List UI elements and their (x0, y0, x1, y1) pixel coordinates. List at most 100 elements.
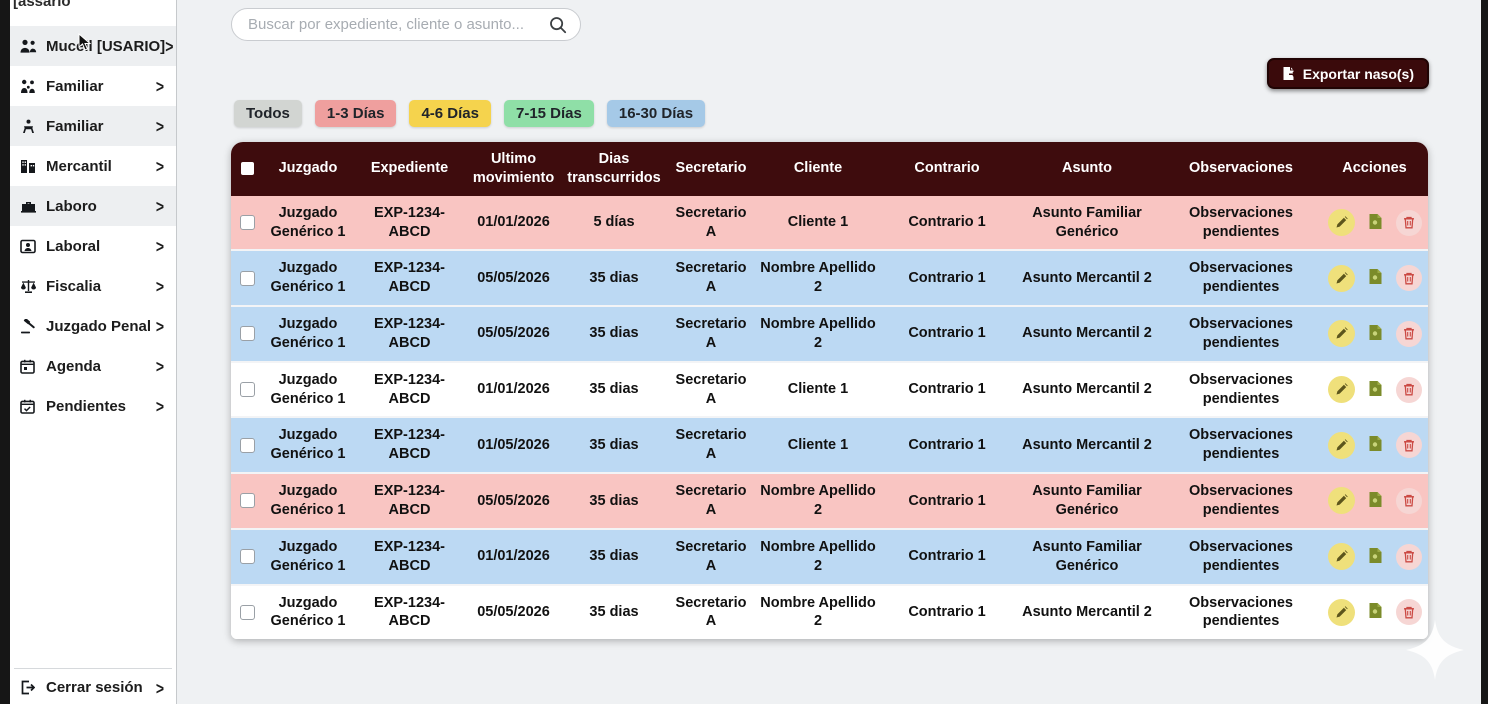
edit-button[interactable] (1328, 432, 1355, 459)
cell-cliente: Cliente 1 (755, 196, 881, 250)
chevron-right-icon: > (156, 356, 164, 376)
cell-expediente: EXP-1234-ABCD (353, 196, 466, 250)
edit-button[interactable] (1328, 376, 1355, 403)
view-document-button[interactable] (1368, 602, 1383, 622)
users-icon (20, 39, 44, 54)
export-button[interactable]: Exportar naso(s) (1267, 58, 1429, 89)
table-header-row: Juzgado Expediente Ultimo movimiento Dia… (231, 142, 1428, 196)
cell-asunto: Asunto Mercantil 2 (1013, 307, 1161, 361)
filter-4-6-dias-button[interactable]: 4-6 Días (409, 100, 491, 127)
view-document-button[interactable] (1368, 380, 1383, 400)
row-checkbox[interactable] (240, 382, 255, 397)
cell-dias-transcurridos: 35 dias (561, 307, 667, 361)
view-document-button[interactable] (1368, 268, 1383, 288)
cell-contrario: Contrario 1 (881, 251, 1013, 305)
sidebar-bottom: Cerrar sesión > (10, 668, 176, 704)
cell-cliente: Cliente 1 (755, 363, 881, 417)
column-header-expediente: Expediente (353, 142, 466, 196)
trash-icon (1396, 599, 1422, 625)
sidebar-item-laboral[interactable]: Laboral > (10, 226, 176, 266)
cell-secretario: Secretario A (667, 530, 755, 584)
cell-contrario: Contrario 1 (881, 586, 1013, 640)
row-actions (1328, 265, 1422, 292)
edit-button[interactable] (1328, 487, 1355, 514)
row-checkbox[interactable] (240, 493, 255, 508)
main-content: Exportar naso(s) Todos 1-3 Días 4-6 Días… (178, 0, 1481, 704)
sidebar-item-familiar-1[interactable]: Familiar > (10, 66, 176, 106)
row-checkbox[interactable] (240, 271, 255, 286)
delete-button[interactable] (1396, 544, 1422, 570)
delete-button[interactable] (1396, 488, 1422, 514)
cell-contrario: Contrario 1 (881, 196, 1013, 250)
cell-contrario: Contrario 1 (881, 530, 1013, 584)
delete-button[interactable] (1396, 265, 1422, 291)
search-icon[interactable] (548, 15, 568, 35)
row-actions (1328, 543, 1422, 570)
delete-button[interactable] (1396, 599, 1422, 625)
filter-todos-button[interactable]: Todos (234, 100, 302, 127)
family-icon (20, 79, 44, 94)
sidebar-item-familiar-2[interactable]: Familiar > (10, 106, 176, 146)
chevron-right-icon: > (156, 678, 164, 698)
sidebar-item-mercantil[interactable]: Mercantil > (10, 146, 176, 186)
family-alt-icon (20, 119, 44, 134)
column-header-observaciones: Observaciones (1161, 142, 1321, 196)
cell-dias-transcurridos: 35 dias (561, 251, 667, 305)
sidebar-item-label: Familiar (46, 78, 104, 95)
calendar-check-icon (20, 399, 44, 414)
cell-observaciones: Observaciones pendientes (1161, 196, 1321, 250)
cell-expediente: EXP-1234-ABCD (353, 418, 466, 472)
search-input[interactable] (248, 16, 548, 33)
column-header-contrario: Contrario (881, 142, 1013, 196)
view-document-button[interactable] (1368, 213, 1383, 233)
gavel-icon (20, 319, 44, 334)
edit-button[interactable] (1328, 599, 1355, 626)
edit-button[interactable] (1328, 265, 1355, 292)
row-checkbox[interactable] (240, 438, 255, 453)
cell-cliente: Nombre Apellido 2 (755, 586, 881, 640)
view-document-button[interactable] (1368, 324, 1383, 344)
edit-button[interactable] (1328, 320, 1355, 347)
cell-asunto: Asunto Mercantil 2 (1013, 363, 1161, 417)
edit-button[interactable] (1328, 209, 1355, 236)
view-document-button[interactable] (1368, 547, 1383, 567)
column-header-secretario: Secretario (667, 142, 755, 196)
cell-cliente: Nombre Apellido 2 (755, 251, 881, 305)
view-document-button[interactable] (1368, 435, 1383, 455)
cell-juzgado: Juzgado Genérico 1 (263, 474, 353, 528)
sidebar-item-fiscalia[interactable]: Fiscalia > (10, 266, 176, 306)
calendar-icon (20, 359, 44, 374)
cell-ultimo-movimiento: 05/05/2026 (466, 307, 561, 361)
table-row: Juzgado Genérico 1EXP-1234-ABCD05/05/202… (231, 584, 1428, 640)
sidebar-item-agenda[interactable]: Agenda > (10, 346, 176, 386)
select-all-checkbox[interactable] (241, 162, 254, 175)
row-checkbox[interactable] (240, 549, 255, 564)
sidebar-item-pendientes[interactable]: Pendientes > (10, 386, 176, 426)
edit-pencil-icon (1328, 487, 1355, 514)
cell-juzgado: Juzgado Genérico 1 (263, 530, 353, 584)
view-document-button[interactable] (1368, 491, 1383, 511)
row-checkbox[interactable] (240, 605, 255, 620)
delete-button[interactable] (1396, 321, 1422, 347)
row-checkbox[interactable] (240, 215, 255, 230)
filter-1-3-dias-button[interactable]: 1-3 Días (315, 100, 397, 127)
row-checkbox[interactable] (240, 326, 255, 341)
building-icon (20, 159, 44, 174)
delete-button[interactable] (1396, 432, 1422, 458)
delete-button[interactable] (1396, 377, 1422, 403)
column-header-juzgado: Juzgado (263, 142, 353, 196)
sidebar-item-laboro[interactable]: Laboro > (10, 186, 176, 226)
chevron-right-icon: > (156, 236, 164, 256)
delete-button[interactable] (1396, 210, 1422, 236)
search-bar (231, 8, 581, 41)
sidebar-item-cerrar-sesion[interactable]: Cerrar sesión > (10, 679, 176, 704)
filter-16-30-dias-button[interactable]: 16-30 Días (607, 100, 705, 127)
row-actions (1328, 320, 1422, 347)
row-actions (1328, 432, 1422, 459)
cell-juzgado: Juzgado Genérico 1 (263, 251, 353, 305)
filter-7-15-dias-button[interactable]: 7-15 Días (504, 100, 594, 127)
sidebar-item-usuario[interactable]: Muceil [USARIO] > (10, 26, 176, 66)
sidebar-item-juzgado-penal[interactable]: Juzgado Penal > (10, 306, 176, 346)
edit-button[interactable] (1328, 543, 1355, 570)
cell-contrario: Contrario 1 (881, 307, 1013, 361)
